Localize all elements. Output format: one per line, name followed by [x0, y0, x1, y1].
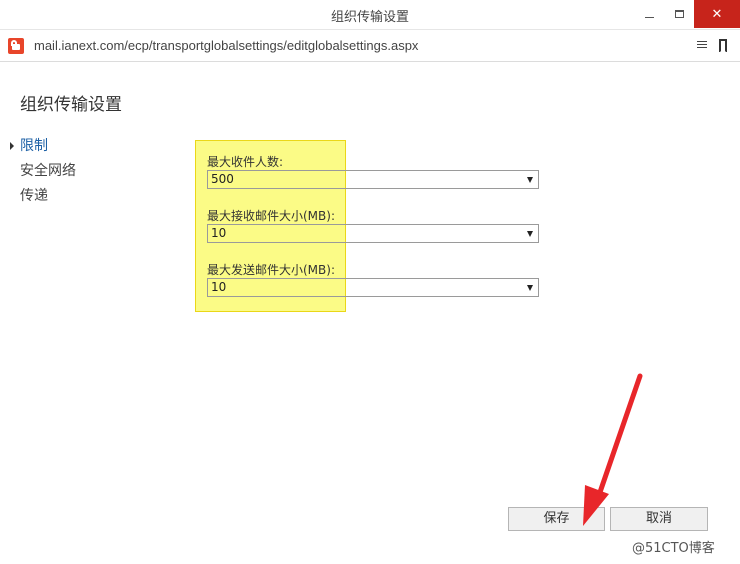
max-send-size-select[interactable]: 10: [207, 278, 539, 297]
reader-view-icon[interactable]: [697, 41, 707, 50]
bookmark-icon[interactable]: [719, 39, 727, 53]
nav-item-label: 安全网络: [20, 163, 76, 179]
cancel-button[interactable]: 取消: [610, 507, 708, 531]
chevron-down-icon: [527, 285, 533, 291]
window-title: 组织传输设置: [330, 10, 409, 25]
close-icon: ✕: [711, 6, 723, 22]
maximize-icon: [674, 10, 684, 18]
address-bar: mail.ianext.com/ecp/transportglobalsetti…: [0, 30, 740, 62]
maximize-button[interactable]: [664, 0, 694, 28]
max-recipients-label: 最大收件人数:: [207, 155, 284, 169]
url-text[interactable]: mail.ianext.com/ecp/transportglobalsetti…: [34, 38, 418, 53]
max-recipients-select[interactable]: 500: [207, 170, 539, 189]
nav-item-limits[interactable]: 限制: [10, 136, 76, 161]
nav-item-safety-net[interactable]: 安全网络: [10, 161, 76, 186]
minimize-icon: [644, 16, 654, 18]
minimize-button[interactable]: [634, 0, 664, 28]
select-value: 500: [211, 172, 234, 186]
page-title: 组织传输设置: [20, 95, 122, 115]
window-titlebar: 组织传输设置 ✕: [0, 0, 740, 30]
section-nav: 限制 安全网络 传递: [10, 136, 76, 211]
close-button[interactable]: ✕: [694, 0, 740, 28]
chevron-down-icon: [527, 231, 533, 237]
select-value: 10: [211, 226, 227, 240]
nav-item-delivery[interactable]: 传递: [10, 186, 76, 211]
max-send-size-label: 最大发送邮件大小(MB):: [207, 263, 335, 277]
save-button[interactable]: 保存: [508, 507, 605, 531]
lock-icon[interactable]: [8, 38, 24, 54]
chevron-down-icon: [527, 177, 533, 183]
selected-arrow-icon: [10, 142, 14, 150]
nav-item-label: 传递: [20, 188, 48, 204]
nav-item-label: 限制: [20, 138, 48, 154]
select-value: 10: [211, 280, 227, 294]
watermark: @51CTO博客: [632, 541, 715, 556]
max-receive-size-select[interactable]: 10: [207, 224, 539, 243]
max-receive-size-label: 最大接收邮件大小(MB):: [207, 209, 335, 223]
